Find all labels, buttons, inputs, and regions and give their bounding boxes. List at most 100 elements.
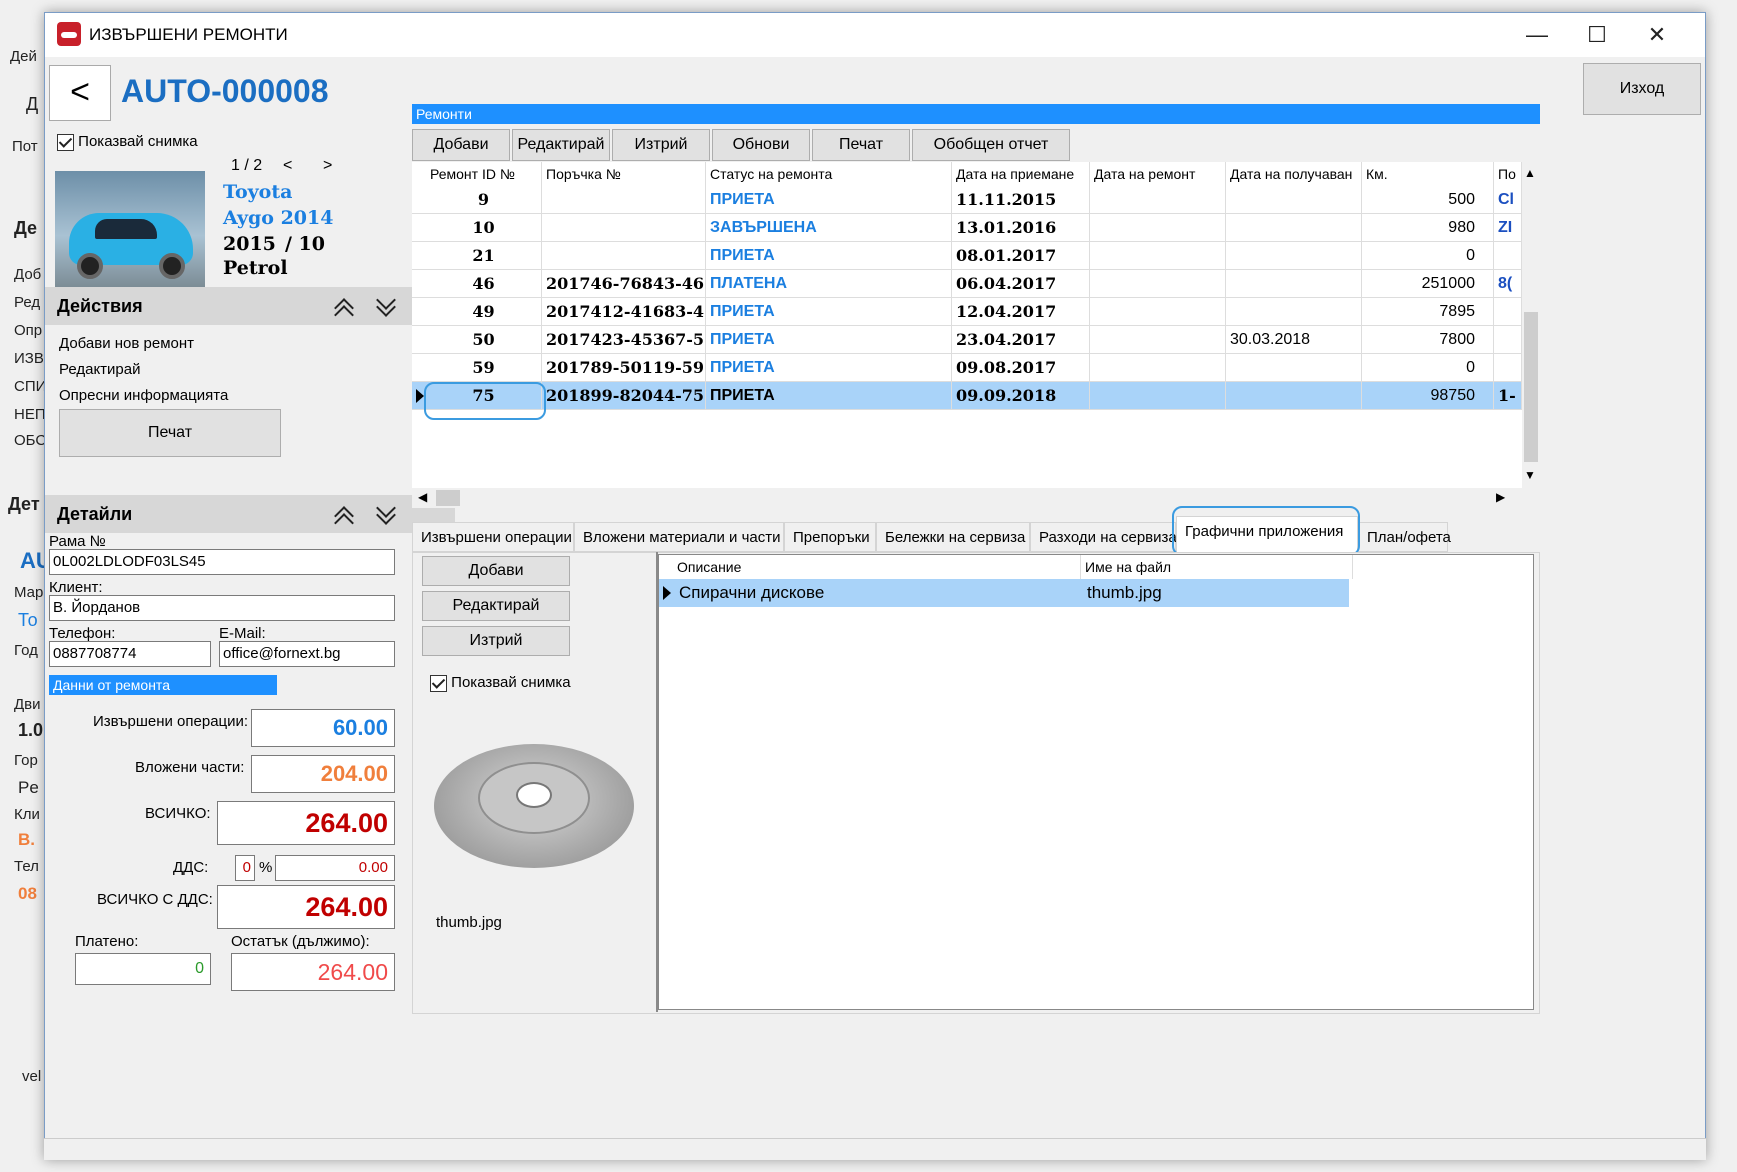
tab-plan[interactable]: План/офета: [1358, 522, 1451, 552]
attachment-add-button[interactable]: Добави: [422, 556, 570, 586]
car-window: [95, 219, 157, 239]
bg-label: Мар: [14, 584, 44, 601]
cell-id: 46: [426, 270, 542, 298]
details-header[interactable]: Детайли: [45, 495, 455, 533]
cell-received: [1226, 270, 1362, 298]
photo-prev-button[interactable]: <: [283, 157, 292, 175]
tab-operations[interactable]: Извършени операции: [412, 522, 574, 552]
cell-km: 251000: [1362, 270, 1494, 298]
cell-received: [1226, 298, 1362, 326]
col-header-extra[interactable]: По: [1494, 162, 1522, 186]
bg-label: Год: [14, 642, 38, 659]
col-header-status[interactable]: Статус на ремонта: [706, 162, 952, 186]
cell-id: 49: [426, 298, 542, 326]
chevron-up-icon[interactable]: [331, 501, 357, 527]
repairs-refresh-button[interactable]: Обнови: [712, 129, 810, 161]
print-button[interactable]: Печат: [59, 409, 281, 457]
col-header-received[interactable]: Дата на получаван: [1226, 162, 1362, 186]
cell-extra: 1-: [1494, 382, 1522, 410]
close-button[interactable]: ✕: [1627, 13, 1687, 57]
scroll-thumb[interactable]: [1524, 312, 1538, 462]
table-row[interactable]: 10 ЗАВЪРШЕНА 13.01.2016 980 ZI: [412, 214, 1522, 242]
cell-order: 201789-50119-59: [542, 354, 706, 382]
col-header-id[interactable]: Ремонт ID №: [426, 162, 542, 186]
tab-notes[interactable]: Бележки на сервиза: [876, 522, 1030, 552]
chevron-down-icon[interactable]: [373, 293, 399, 319]
email-field[interactable]: office@fornext.bg: [219, 641, 395, 667]
repairs-edit-button[interactable]: Редактирай: [512, 129, 610, 161]
cell-status: ПРИЕТА: [706, 382, 952, 410]
col-header-order[interactable]: Поръчка №: [542, 162, 706, 186]
col-header-filename[interactable]: Име на файл: [1081, 555, 1353, 579]
repairs-horizontal-scrollbar[interactable]: ◀ ▶: [412, 488, 1522, 508]
cell-status: ПРИЕТА: [706, 326, 952, 354]
client-field[interactable]: В. Йорданов: [49, 595, 395, 621]
phone-field[interactable]: 0887708774: [49, 641, 211, 667]
col-header-repair-date[interactable]: Дата на ремонт: [1090, 162, 1226, 186]
actions-header[interactable]: Действия: [45, 287, 455, 325]
minimize-button[interactable]: —: [1507, 13, 1567, 57]
scroll-up-icon[interactable]: ▲: [1524, 166, 1536, 180]
attachment-show-photo-checkbox[interactable]: Показвай снимка: [430, 674, 571, 692]
table-row[interactable]: 49 2017412-41683-4 ПРИЕТА 12.04.2017 789…: [412, 298, 1522, 326]
chevron-down-icon[interactable]: [373, 501, 399, 527]
table-row[interactable]: 59 201789-50119-59 ПРИЕТА 09.08.2017 0: [412, 354, 1522, 382]
chevron-up-icon[interactable]: [331, 293, 357, 319]
tab-recommendations[interactable]: Препоръки: [784, 522, 876, 552]
cell-order: [542, 186, 706, 214]
exit-button[interactable]: Изход: [1583, 63, 1701, 115]
cell-extra: [1494, 298, 1522, 326]
cell-received: [1226, 186, 1362, 214]
photo-next-button[interactable]: >: [323, 157, 332, 175]
attachment-edit-button[interactable]: Редактирай: [422, 591, 570, 621]
tab-parts[interactable]: Вложени материали и части: [574, 522, 784, 552]
bg-label: ОБС: [14, 432, 47, 449]
car-photo: [55, 171, 205, 289]
vat-label: ДДС:: [173, 859, 209, 876]
paid-field[interactable]: 0: [75, 953, 211, 985]
remaining-value: 264.00: [231, 953, 395, 991]
maximize-button[interactable]: ☐: [1567, 13, 1627, 57]
frame-field[interactable]: 0L002LDLODF03LS45: [49, 549, 395, 575]
action-refresh[interactable]: Опресни информацията: [59, 387, 228, 404]
bg-label: Д: [26, 94, 39, 114]
col-header-accepted[interactable]: Дата на приемане: [952, 162, 1090, 186]
cell-status: ПРИЕТА: [706, 242, 952, 270]
col-header-description[interactable]: Описание: [673, 555, 1081, 579]
table-row[interactable]: 9 ПРИЕТА 11.11.2015 500 Cl: [412, 186, 1522, 214]
show-photo-checkbox[interactable]: Показвай снимка: [57, 133, 198, 151]
table-row[interactable]: 50 2017423-45367-5 ПРИЕТА 23.04.2017 30.…: [412, 326, 1522, 354]
client-label: Клиент:: [49, 579, 103, 596]
scroll-left-icon[interactable]: ◀: [418, 490, 427, 504]
repairs-summary-button[interactable]: Обобщен отчет: [912, 129, 1070, 161]
table-row[interactable]: 21 ПРИЕТА 08.01.2017 0: [412, 242, 1522, 270]
attachment-delete-button[interactable]: Изтрий: [422, 626, 570, 656]
checkbox-icon: [57, 133, 74, 151]
repairs-print-button[interactable]: Печат: [812, 129, 910, 161]
tab-expenses[interactable]: Разходи на сервиза: [1030, 522, 1177, 552]
action-add-repair[interactable]: Добави нов ремонт: [59, 335, 194, 352]
repairs-add-button[interactable]: Добави: [412, 129, 510, 161]
preview-caption: thumb.jpg: [436, 914, 502, 931]
back-button[interactable]: <: [49, 65, 111, 121]
vat-percent-field[interactable]: 0: [235, 855, 255, 881]
vat-percent-sign: %: [259, 859, 273, 876]
frame-label: Рама №: [49, 533, 106, 550]
row-pointer-icon: [663, 586, 671, 600]
repairs-vertical-scrollbar[interactable]: ▲ ▼: [1522, 162, 1540, 488]
col-header-km[interactable]: Км.: [1362, 162, 1494, 186]
repairs-strip: Ремонти: [412, 104, 1540, 124]
scroll-down-icon[interactable]: ▼: [1524, 468, 1536, 482]
attachment-row[interactable]: Спирачни дискове thumb.jpg: [659, 579, 1349, 607]
cell-km: 980: [1362, 214, 1494, 242]
scroll-thumb[interactable]: [436, 490, 460, 506]
row-pointer-icon: [416, 389, 424, 403]
cell-repair-date: [1090, 242, 1226, 270]
action-edit[interactable]: Редактирай: [59, 361, 141, 378]
scroll-right-icon[interactable]: ▶: [1496, 490, 1505, 504]
table-row-selected[interactable]: 75 201899-82044-75 ПРИЕТА 09.09.2018 987…: [412, 382, 1522, 410]
table-row[interactable]: 46 201746-76843-46 ПЛАТЕНА 06.04.2017 25…: [412, 270, 1522, 298]
details-title: Детайли: [57, 504, 133, 524]
repairs-delete-button[interactable]: Изтрий: [612, 129, 710, 161]
car-wheel: [77, 253, 103, 279]
